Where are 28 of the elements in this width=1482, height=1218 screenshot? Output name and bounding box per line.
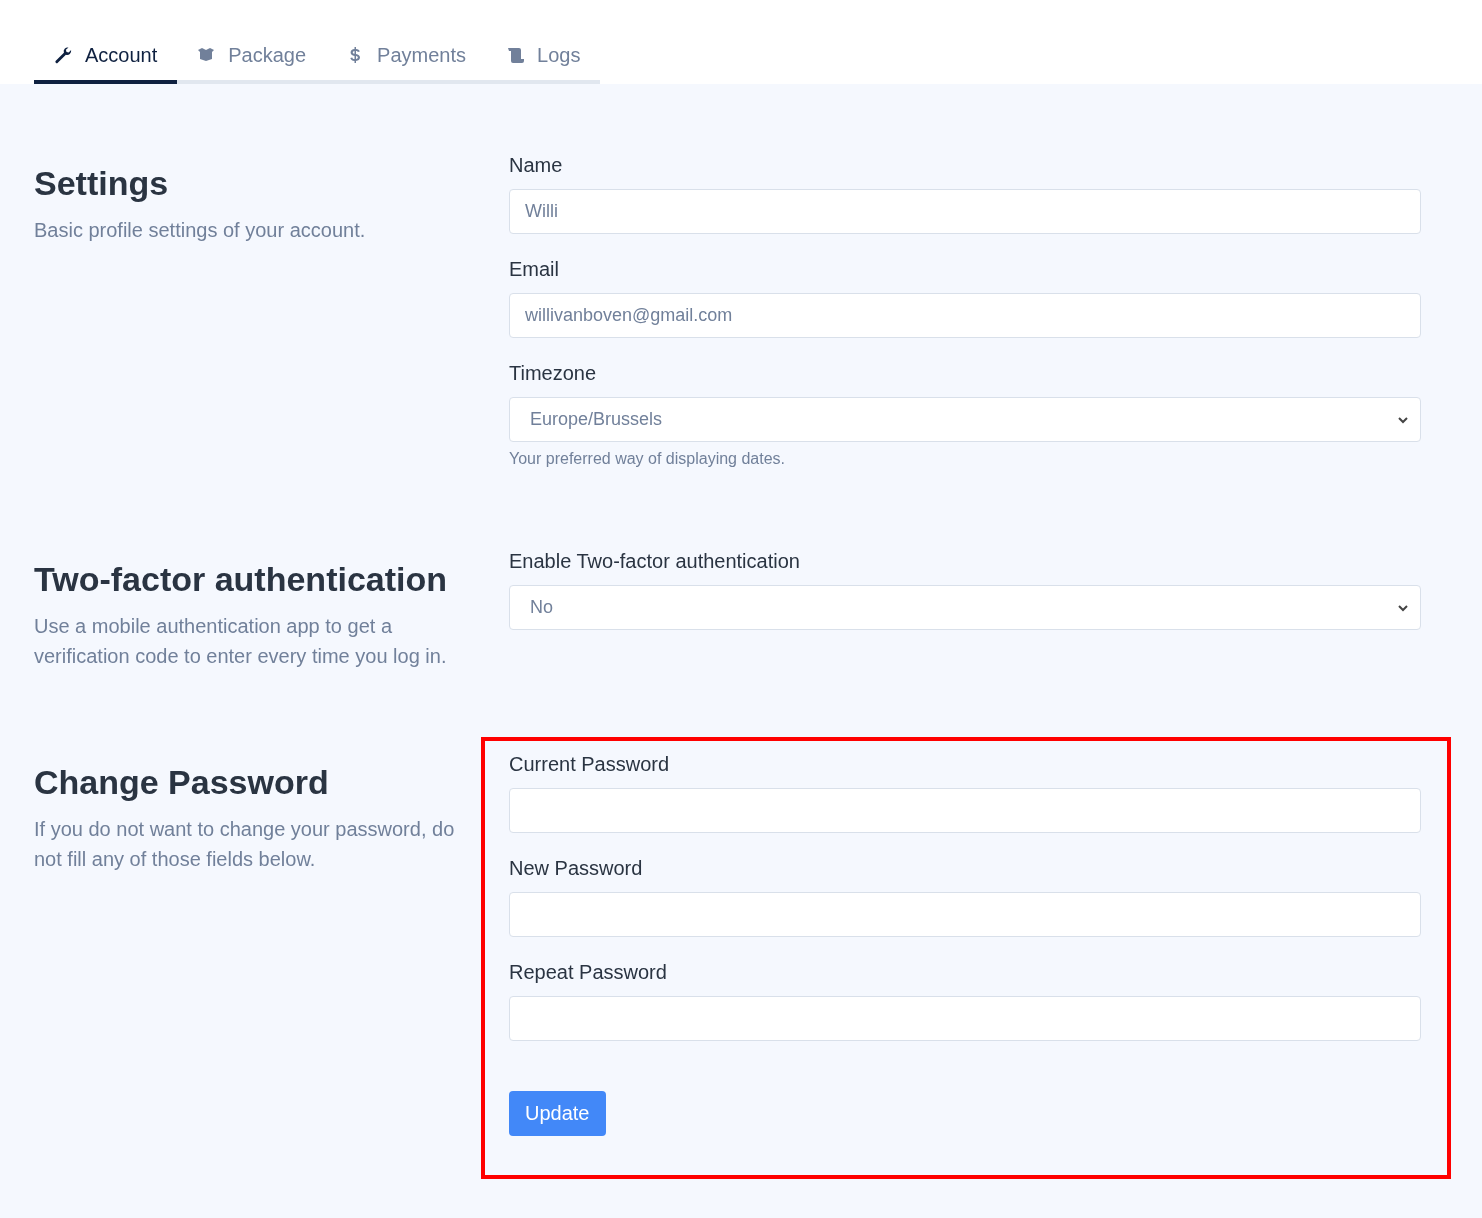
- password-field[interactable]: [509, 788, 1421, 833]
- field-label: Enable Two-factor authentication: [509, 550, 801, 573]
- field-label: New Password: [509, 857, 644, 880]
- field-hint: Your preferred way of displaying dates.: [509, 450, 786, 468]
- wrench-icon: [54, 46, 73, 65]
- dropdown[interactable]: No: [509, 585, 1421, 630]
- section-title: Two-factor authentication: [34, 559, 449, 599]
- section-description: If you do not want to change your password, do not fill any of those fields below.: [34, 817, 456, 872]
- section-title: Settings: [34, 163, 170, 203]
- tab[interactable]: Payments: [326, 44, 487, 84]
- tab[interactable]: Logs: [486, 44, 601, 84]
- scroll-icon: [506, 46, 526, 65]
- tab[interactable]: Package: [177, 44, 327, 84]
- text-field[interactable]: willivanboven@gmail.com: [509, 293, 1421, 338]
- field-label: Timezone: [509, 362, 598, 385]
- field-label: Email: [509, 258, 560, 281]
- tab[interactable]: Account: [34, 44, 178, 84]
- dropdown[interactable]: Europe/Brussels: [509, 397, 1421, 442]
- field-label: Repeat Password: [509, 961, 668, 984]
- section-description: Use a mobile authentication app to get a verification code to enter every time you log in.: [34, 614, 448, 669]
- section-title: Change Password: [34, 762, 330, 802]
- text-field[interactable]: Willi: [509, 189, 1421, 234]
- password-field[interactable]: [509, 892, 1421, 937]
- field-label: Name: [509, 154, 564, 177]
- section-description: Basic profile settings of your account.: [34, 218, 367, 243]
- update-button[interactable]: Update: [509, 1091, 606, 1136]
- password-field[interactable]: [509, 996, 1421, 1041]
- field-label: Current Password: [509, 753, 671, 776]
